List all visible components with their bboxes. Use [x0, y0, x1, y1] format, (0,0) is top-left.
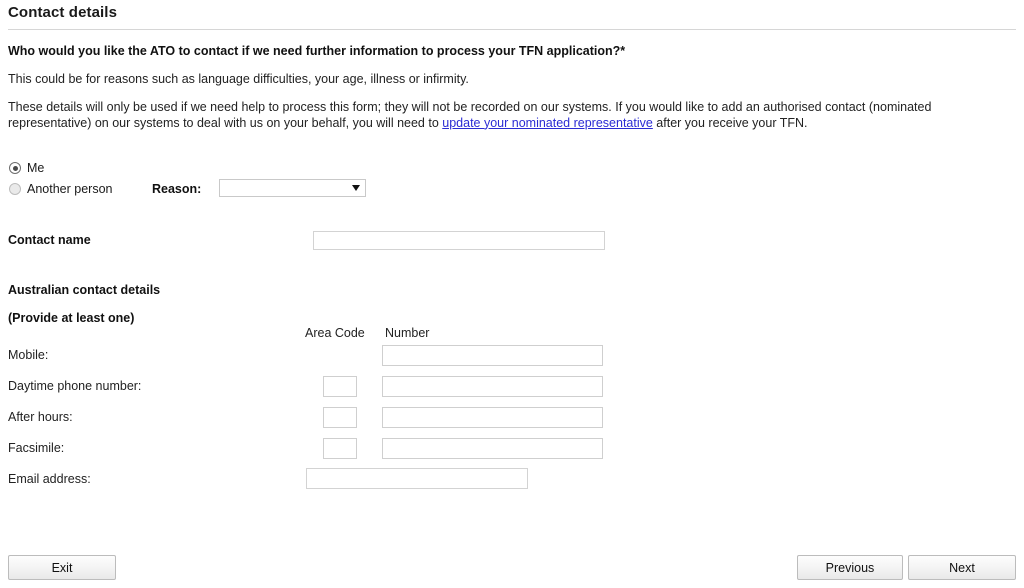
contact-name-input[interactable] [313, 231, 605, 250]
radio-me-label: Me [27, 161, 45, 175]
after-hours-number-input[interactable] [382, 407, 603, 428]
daytime-phone-label: Daytime phone number: [8, 379, 142, 393]
radio-another-person-icon[interactable] [9, 183, 21, 195]
daytime-phone-area-code-input[interactable] [323, 376, 357, 397]
reason-select[interactable] [219, 179, 366, 197]
sub-note: This could be for reasons such as langua… [8, 72, 469, 86]
daytime-phone-number-input[interactable] [382, 376, 603, 397]
mobile-number-input[interactable] [382, 345, 603, 366]
column-header-area-code: Area Code [305, 326, 365, 340]
radio-option-another-person[interactable]: Another person [9, 182, 112, 196]
radio-option-me[interactable]: Me [9, 161, 44, 175]
contact-details-page: Contact details Who would you like the A… [0, 0, 1024, 588]
after-hours-label: After hours: [8, 410, 73, 424]
provide-at-least-one-note: (Provide at least one) [8, 311, 135, 325]
radio-me-icon[interactable] [9, 162, 21, 174]
facsimile-label: Facsimile: [8, 441, 65, 455]
next-button[interactable]: Next [908, 555, 1016, 580]
email-address-label: Email address: [8, 472, 91, 486]
header-divider [8, 29, 1016, 30]
lead-question: Who would you like the ATO to contact if… [8, 44, 626, 58]
privacy-note: These details will only be used if we ne… [8, 100, 998, 131]
email-address-input[interactable] [306, 468, 528, 489]
exit-button[interactable]: Exit [8, 555, 116, 580]
privacy-note-text-after: after you receive your TFN. [652, 115, 808, 130]
column-header-number: Number [385, 326, 430, 340]
facsimile-number-input[interactable] [382, 438, 603, 459]
chevron-down-icon [352, 185, 360, 191]
previous-button[interactable]: Previous [797, 555, 903, 580]
reason-label: Reason: [152, 182, 202, 196]
mobile-label: Mobile: [8, 348, 49, 362]
facsimile-area-code-input[interactable] [323, 438, 357, 459]
contact-name-label: Contact name [8, 233, 91, 247]
update-nominated-representative-link[interactable]: update your nominated representative [442, 116, 653, 130]
radio-another-person-label: Another person [27, 182, 113, 196]
after-hours-area-code-input[interactable] [323, 407, 357, 428]
page-title: Contact details [8, 4, 118, 21]
australian-contact-heading: Australian contact details [8, 283, 161, 297]
